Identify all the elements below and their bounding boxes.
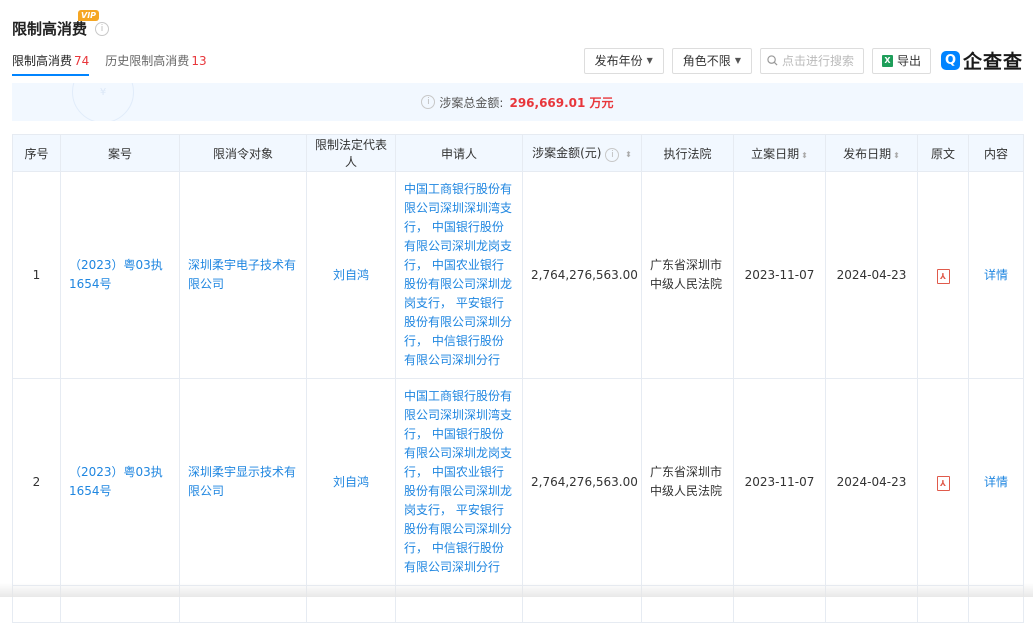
- detail-link[interactable]: 详情: [968, 378, 1024, 586]
- year-filter-dropdown[interactable]: 发布年份 ▼: [583, 47, 664, 74]
- detail-link[interactable]: 详情: [968, 171, 1024, 379]
- tab-label: 历史限制高消费: [105, 54, 190, 68]
- tab-bar: 限制高消费 74 历史限制高消费 13: [12, 52, 207, 76]
- table-row: 1 （2023）粤03执1654号 深圳柔宇电子技术有限公司 刘自鸿 中国工商银…: [12, 171, 1024, 379]
- sort-icon[interactable]: ⬍: [625, 150, 632, 159]
- pdf-icon[interactable]: ⅄: [936, 268, 950, 284]
- col-header-filing-date-label: 立案日期: [751, 146, 800, 161]
- year-filter-label: 发布年份: [594, 54, 643, 68]
- summary-label: 涉案总金额:: [439, 95, 504, 110]
- applicant-links[interactable]: 中国工商银行股份有限公司深圳深圳湾支行， 中国银行股份有限公司深圳龙岗支行， 中…: [395, 378, 523, 586]
- role-filter-label: 角色不限: [682, 54, 731, 68]
- search-icon: [767, 55, 778, 66]
- col-header-legal-rep: 限制法定代表人: [306, 134, 396, 172]
- logo-mark-icon: Q: [940, 51, 960, 70]
- col-header-publish-date[interactable]: 发布日期 ⬍: [825, 134, 918, 172]
- section-title: 限制高消费: [12, 20, 88, 38]
- cell-court: 广东省深圳市中级人民法院: [641, 378, 734, 586]
- cell-original: ⅄: [917, 171, 969, 379]
- cell-filing-date: 2023-11-07: [733, 171, 826, 379]
- cell-original: ⅄: [917, 378, 969, 586]
- search-placeholder: 点击进行搜索: [781, 54, 854, 68]
- info-icon[interactable]: i: [605, 148, 620, 162]
- info-icon[interactable]: i: [421, 95, 436, 109]
- tab-count: 74: [74, 54, 90, 68]
- tab-restriction[interactable]: 限制高消费 74: [12, 52, 90, 76]
- col-header-original: 原文: [917, 134, 969, 172]
- sort-icon[interactable]: ⬍: [801, 151, 808, 160]
- applicant-links[interactable]: 中国工商银行股份有限公司深圳深圳湾支行， 中国银行股份有限公司深圳龙岗支行， 中…: [395, 171, 523, 379]
- cell-index: 1: [12, 171, 61, 379]
- col-header-publish-date-label: 发布日期: [843, 146, 892, 161]
- cell-court: 广东省深圳市中级人民法院: [641, 171, 734, 379]
- case-no-link[interactable]: （2023）粤03执1654号: [60, 378, 180, 586]
- legal-rep-link[interactable]: 刘自鸿: [306, 171, 396, 379]
- col-header-filing-date[interactable]: 立案日期 ⬍: [733, 134, 826, 172]
- toolbar: 发布年份 ▼ 角色不限 ▼ 点击进行搜索 X 导出 Q 企查查: [583, 47, 1023, 74]
- cell-filing-date: 2023-11-07: [733, 378, 826, 586]
- col-header-amount-label: 涉案金额(元): [532, 146, 602, 160]
- search-input[interactable]: 点击进行搜索: [759, 47, 864, 74]
- table-row: 2 （2023）粤03执1654号 深圳柔宇显示技术有限公司 刘自鸿 中国工商银…: [12, 378, 1024, 586]
- col-header-amount[interactable]: 涉案金额(元) i ⬍: [522, 134, 642, 172]
- logo-text: 企查查: [962, 51, 1023, 73]
- cell-publish-date: 2024-04-23: [825, 378, 918, 586]
- cell-amount: 2,764,276,563.00: [522, 171, 642, 379]
- tab-label: 限制高消费: [12, 54, 73, 68]
- col-header-content: 内容: [968, 134, 1024, 172]
- col-header-court: 执行法院: [641, 134, 734, 172]
- watermark-stamp: ¥: [72, 83, 134, 121]
- caret-down-icon: ▼: [646, 56, 653, 65]
- section-header: 限制高消费 VIP i: [12, 10, 110, 39]
- cell-amount: 2,764,276,563.00: [522, 378, 642, 586]
- col-header-case-no: 案号: [60, 134, 180, 172]
- export-button[interactable]: X 导出: [871, 47, 931, 74]
- info-icon[interactable]: i: [95, 21, 110, 36]
- cell-publish-date: 2024-04-23: [825, 171, 918, 379]
- tab-count: 13: [191, 54, 207, 68]
- vip-badge: VIP: [78, 10, 100, 21]
- legal-rep-link[interactable]: 刘自鸿: [306, 378, 396, 586]
- restriction-table: 序号 案号 限消令对象 限制法定代表人 申请人 涉案金额(元) i ⬍ 执行法院…: [12, 134, 1024, 623]
- cell-index: 2: [12, 378, 61, 586]
- qcc-logo: Q 企查查: [940, 47, 1023, 74]
- table-header-row: 序号 案号 限消令对象 限制法定代表人 申请人 涉案金额(元) i ⬍ 执行法院…: [12, 134, 1024, 172]
- pdf-icon[interactable]: ⅄: [936, 475, 950, 491]
- bottom-fade: [0, 583, 1033, 597]
- tab-history-restriction[interactable]: 历史限制高消费 13: [105, 52, 206, 76]
- case-no-link[interactable]: （2023）粤03执1654号: [60, 171, 180, 379]
- target-company-link[interactable]: 深圳柔宇电子技术有限公司: [179, 171, 307, 379]
- summary-amount: 296,669.01 万元: [509, 95, 614, 110]
- caret-down-icon: ▼: [734, 56, 741, 65]
- role-filter-dropdown[interactable]: 角色不限 ▼: [671, 47, 752, 74]
- target-company-link[interactable]: 深圳柔宇显示技术有限公司: [179, 378, 307, 586]
- col-header-index: 序号: [12, 134, 61, 172]
- col-header-applicant: 申请人: [395, 134, 523, 172]
- col-header-target: 限消令对象: [179, 134, 307, 172]
- sort-icon[interactable]: ⬍: [893, 151, 900, 160]
- export-label: 导出: [896, 54, 921, 68]
- excel-icon: X: [881, 54, 893, 67]
- summary-bar: ¥ i 涉案总金额: 296,669.01 万元: [12, 83, 1023, 121]
